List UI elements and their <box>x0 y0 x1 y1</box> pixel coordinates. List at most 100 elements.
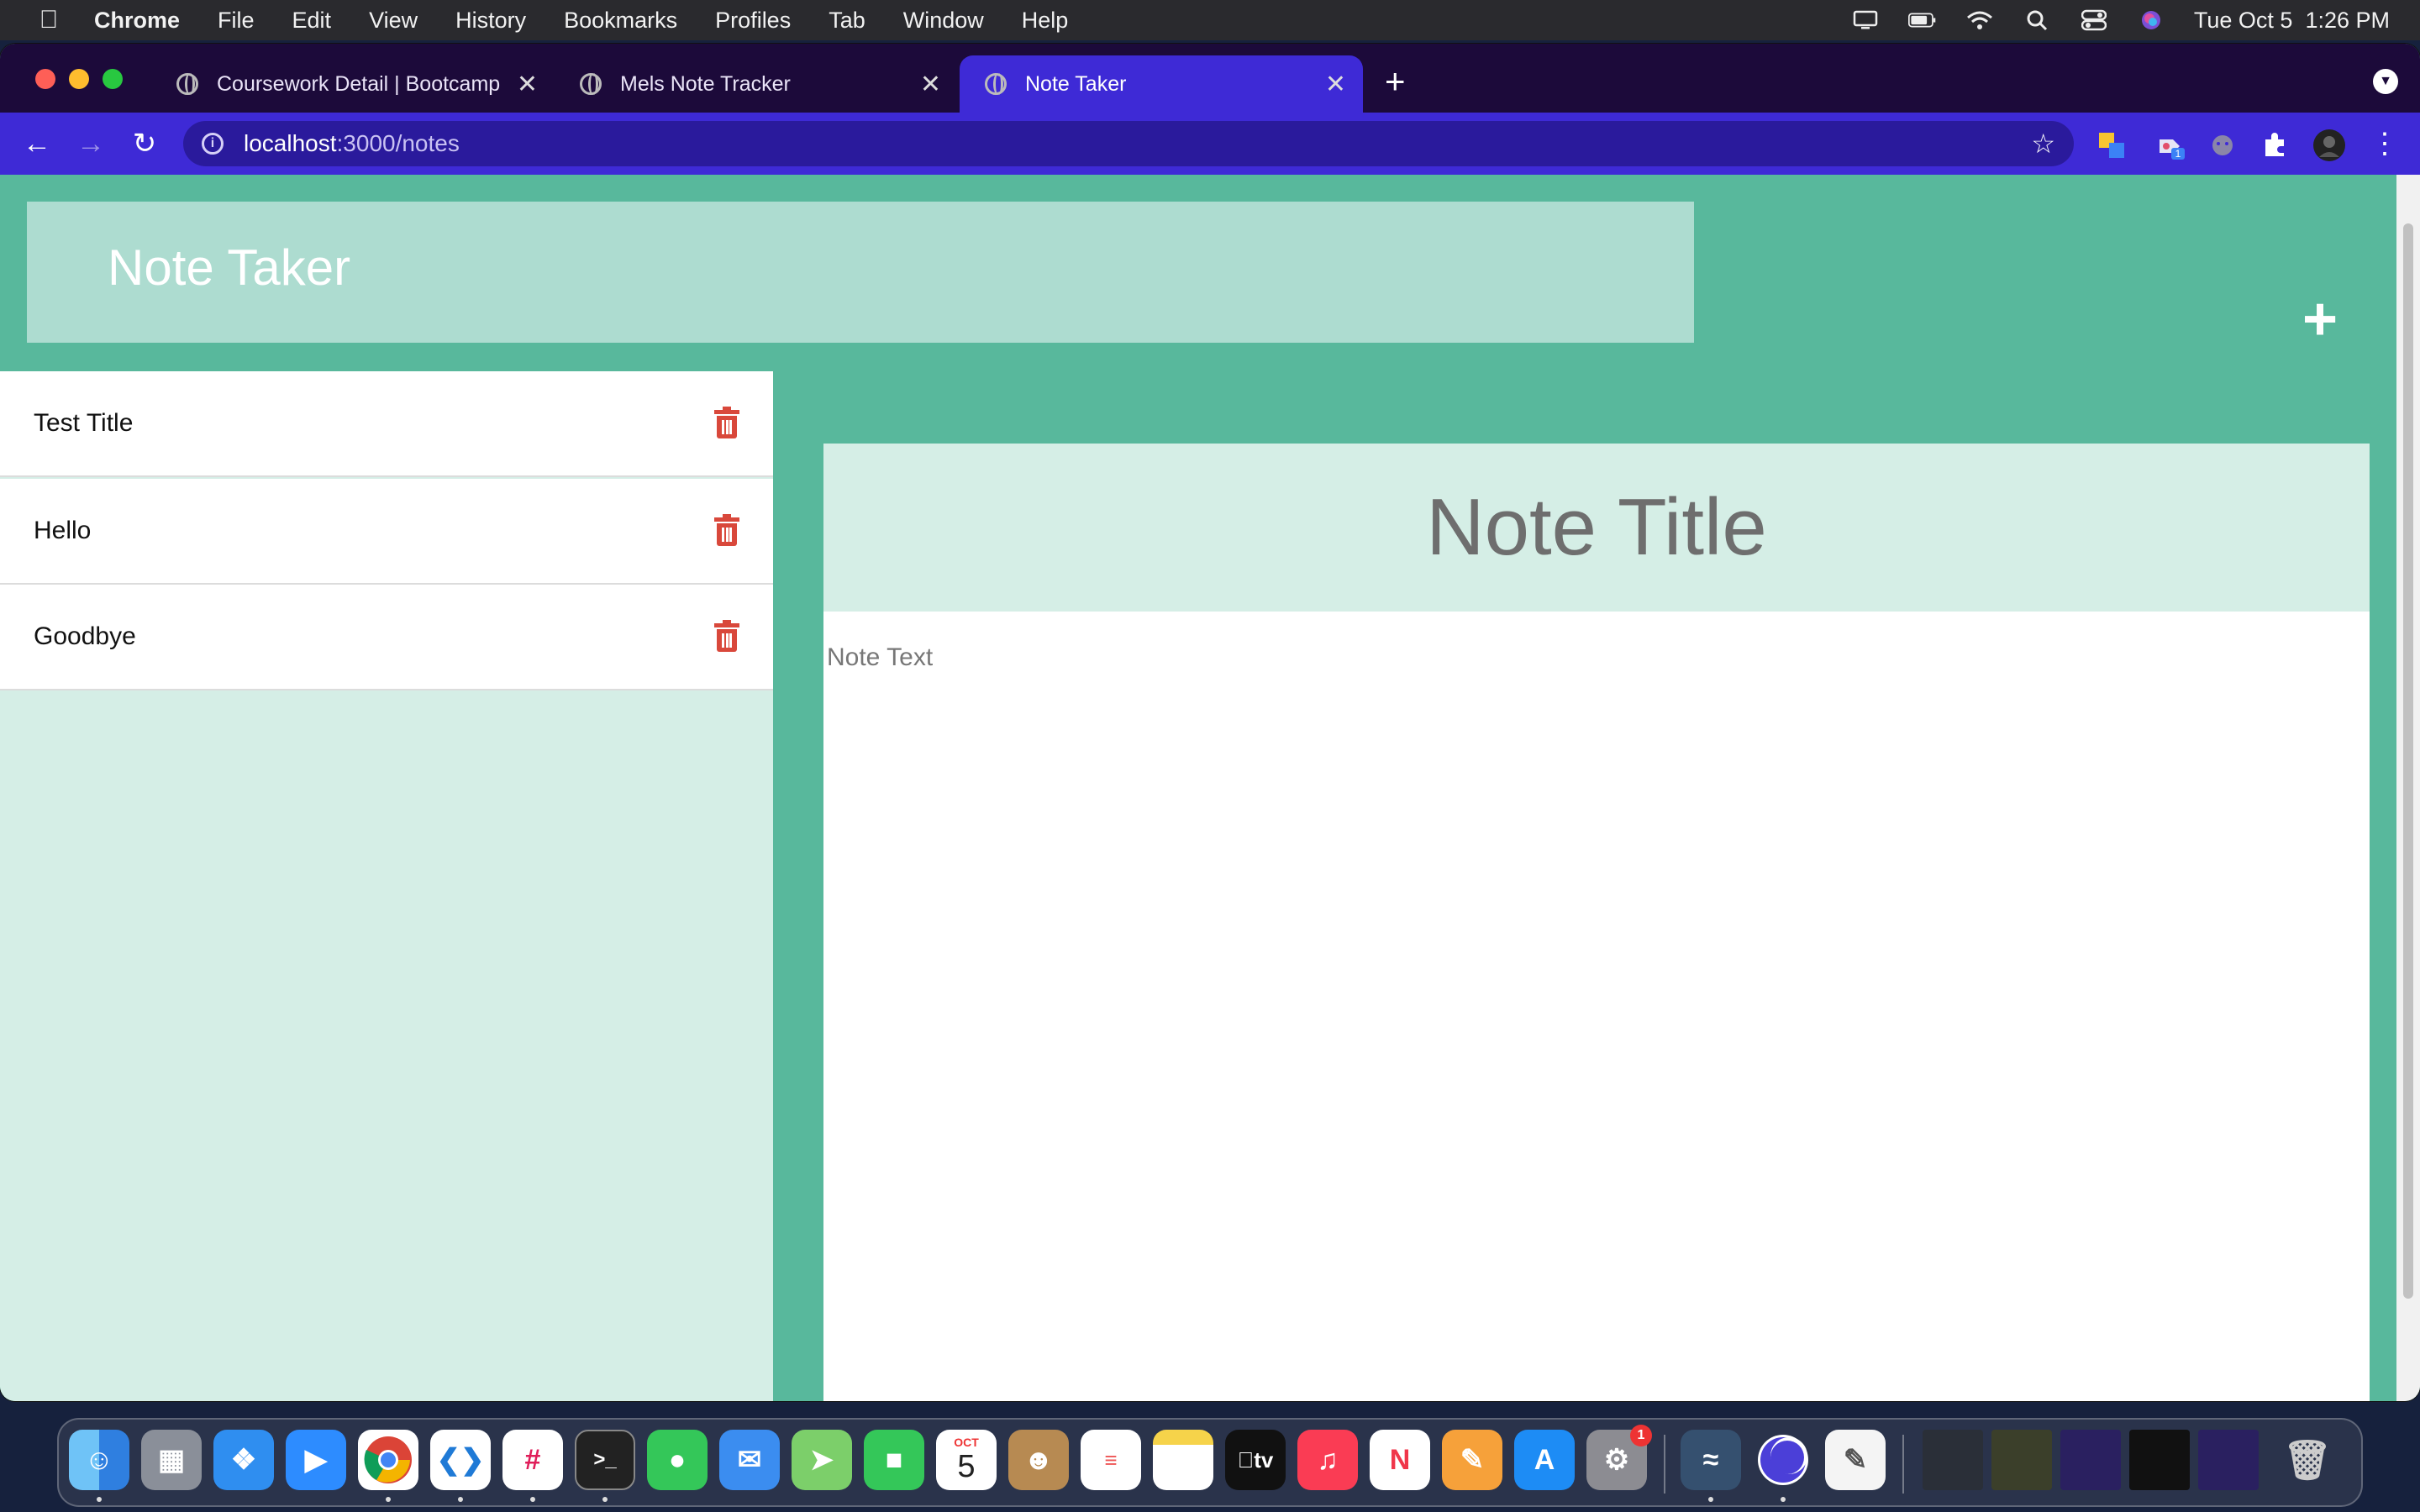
menu-history[interactable]: History <box>455 8 526 34</box>
eclipse-icon[interactable] <box>1753 1430 1813 1490</box>
calendar-month: OCT <box>954 1435 979 1449</box>
chrome-icon[interactable] <box>358 1430 418 1490</box>
site-info-icon[interactable]: i <box>202 133 224 155</box>
music-icon[interactable]: ♫ <box>1297 1430 1358 1490</box>
running-indicator <box>530 1497 535 1502</box>
tab-search-chevron-icon[interactable]: ▼ <box>2373 69 2398 94</box>
slack-icon[interactable]: # <box>502 1430 563 1490</box>
mail-icon[interactable]: ✉ <box>719 1430 780 1490</box>
control-center-icon[interactable] <box>2080 9 2108 31</box>
github-cat-extension-icon[interactable] <box>2208 131 2237 160</box>
spotlight-search-icon[interactable] <box>2023 9 2051 31</box>
zoom-icon[interactable]: ▶ <box>286 1430 346 1490</box>
back-arrow-icon[interactable]: ← <box>20 128 54 160</box>
close-tab-icon[interactable]: ✕ <box>1325 70 1346 99</box>
menu-edit[interactable]: Edit <box>292 8 332 34</box>
menu-file[interactable]: File <box>218 8 255 34</box>
messages-icon[interactable]: ● <box>647 1430 708 1490</box>
tab-title: Coursework Detail | Bootcamp <box>217 71 501 96</box>
globe-icon <box>580 73 602 95</box>
extension-icon[interactable]: 1 <box>2156 131 2185 160</box>
menubar-clock[interactable]: Tue Oct 5 1:26 PM <box>2194 8 2390 34</box>
textedit-icon[interactable]: ✎ <box>1825 1430 1886 1490</box>
puzzle-extensions-icon[interactable] <box>2260 131 2289 160</box>
note-text-input[interactable]: Note Text <box>827 643 933 672</box>
minimized-window-thumbnail[interactable] <box>2198 1430 2259 1490</box>
chrome-menu-icon[interactable]: ⋮ <box>2368 128 2402 160</box>
trash-bin-icon[interactable]: 🗑 <box>2277 1430 2338 1490</box>
notes-sidebar: Test Title Hello Goodbye <box>0 371 773 1401</box>
note-list-item[interactable]: Hello <box>0 479 773 585</box>
app-header: Note Taker <box>27 202 1694 343</box>
wifi-icon[interactable] <box>1965 9 1994 31</box>
trash-icon[interactable] <box>714 407 739 438</box>
vscode-icon[interactable]: ❮❯ <box>430 1430 491 1490</box>
contacts-icon[interactable]: ☻ <box>1008 1430 1069 1490</box>
tab-coursework[interactable]: Coursework Detail | Bootcamp ✕ <box>151 55 555 113</box>
trash-icon[interactable] <box>714 514 739 546</box>
app-store-icon[interactable]: A <box>1514 1430 1575 1490</box>
minimized-window-thumbnail[interactable] <box>2129 1430 2190 1490</box>
new-tab-button[interactable]: + <box>1385 64 1406 99</box>
profile-avatar[interactable] <box>2312 129 2346 162</box>
minimized-window-thumbnail[interactable] <box>2060 1430 2121 1490</box>
reminders-icon[interactable]: ≡ <box>1081 1430 1141 1490</box>
bookmark-star-icon[interactable]: ☆ <box>2031 128 2055 160</box>
finder-icon[interactable]: ☺ <box>69 1430 129 1490</box>
news-icon[interactable]: N <box>1370 1430 1430 1490</box>
menu-tab[interactable]: Tab <box>829 8 865 34</box>
zoom-window-button[interactable] <box>103 69 123 89</box>
menu-view[interactable]: View <box>369 8 418 34</box>
trash-icon[interactable] <box>714 620 739 652</box>
minimize-window-button[interactable] <box>69 69 89 89</box>
apple-tv-icon[interactable]: tv <box>1225 1430 1286 1490</box>
apple-menu-icon[interactable]:  <box>32 6 66 34</box>
running-indicator <box>458 1497 463 1502</box>
menu-profiles[interactable]: Profiles <box>715 8 791 34</box>
screen-mirroring-icon[interactable] <box>1851 9 1880 31</box>
scrollbar-thumb[interactable] <box>2403 223 2413 1299</box>
address-bar[interactable]: i localhost :3000/notes ☆ <box>183 121 2074 166</box>
tv-label: tv <box>1245 1446 1273 1473</box>
dock-separator <box>1902 1435 1904 1494</box>
safari-icon[interactable]: ❖ <box>213 1430 274 1490</box>
forward-arrow-icon[interactable]: → <box>74 128 108 160</box>
calendar-icon[interactable]: OCT 5 <box>936 1430 997 1490</box>
terminal-icon[interactable]: >_ <box>575 1430 635 1490</box>
minimized-window-thumbnail[interactable] <box>1991 1430 2052 1490</box>
note-title-input[interactable]: Note Title <box>823 444 2370 612</box>
battery-icon[interactable] <box>1907 9 1937 31</box>
minimized-window-thumbnail[interactable] <box>1923 1430 1983 1490</box>
dock-separator <box>1664 1435 1665 1494</box>
page-scrollbar[interactable] <box>2396 175 2420 1401</box>
note-taker-page: Note Taker + Test Title Hello Goodbye No… <box>0 175 2396 1401</box>
maps-icon[interactable]: ➤ <box>792 1430 852 1490</box>
tab-title: Mels Note Tracker <box>620 71 791 96</box>
url-path: :3000/notes <box>336 130 460 156</box>
menu-app-name[interactable]: Chrome <box>94 8 180 34</box>
siri-icon[interactable] <box>2137 9 2165 31</box>
new-note-plus-icon[interactable]: + <box>2302 289 2338 349</box>
menu-bookmarks[interactable]: Bookmarks <box>564 8 677 34</box>
mysql-workbench-icon[interactable]: ≈ <box>1681 1430 1741 1490</box>
tab-mels-note-tracker[interactable]: Mels Note Tracker ✕ <box>555 55 958 113</box>
app-brand[interactable]: Note Taker <box>108 239 350 297</box>
menu-help[interactable]: Help <box>1022 8 1069 34</box>
running-indicator <box>602 1497 608 1502</box>
system-preferences-icon[interactable]: ⚙ 1 <box>1586 1425 1652 1490</box>
translate-extension-icon[interactable] <box>2097 131 2126 160</box>
tab-note-taker[interactable]: Note Taker ✕ <box>960 55 1363 113</box>
notes-icon[interactable] <box>1153 1430 1213 1490</box>
close-tab-icon[interactable]: ✕ <box>517 70 538 99</box>
note-list-item[interactable]: Goodbye <box>0 585 773 690</box>
close-tab-icon[interactable]: ✕ <box>920 70 941 99</box>
url-host: localhost <box>244 130 337 156</box>
launchpad-icon[interactable]: ▦ <box>141 1430 202 1490</box>
menu-window[interactable]: Window <box>903 8 984 34</box>
close-window-button[interactable] <box>35 69 55 89</box>
facetime-icon[interactable]: ■ <box>864 1430 924 1490</box>
pages-icon[interactable]: ✎ <box>1442 1430 1502 1490</box>
reload-icon[interactable]: ↻ <box>128 128 161 160</box>
note-list-item[interactable]: Test Title <box>0 371 773 477</box>
running-indicator <box>386 1497 391 1502</box>
